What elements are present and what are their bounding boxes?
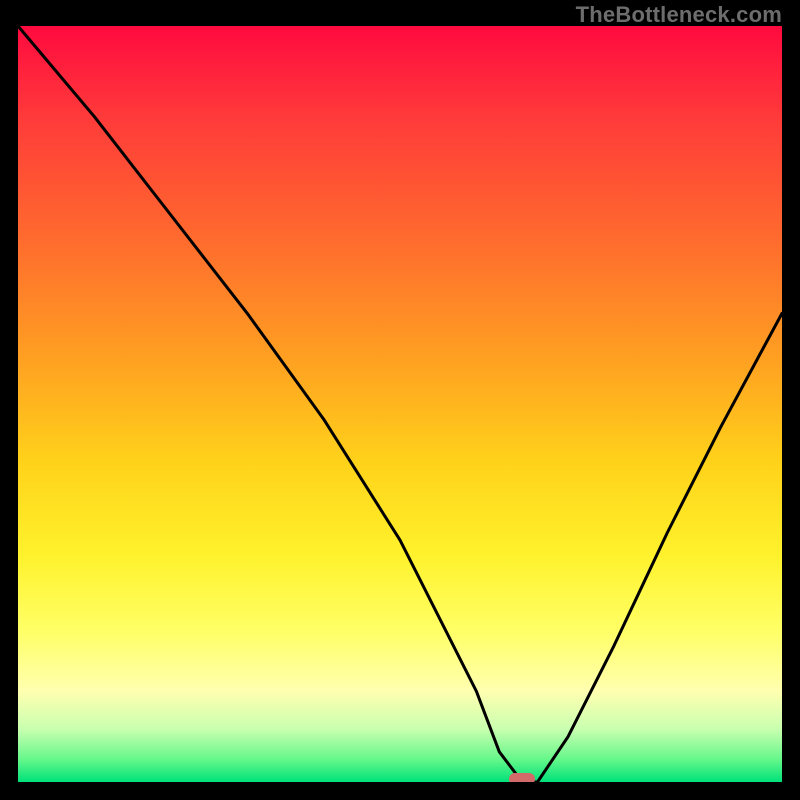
plot-area <box>18 26 782 782</box>
chart-frame: TheBottleneck.com <box>0 0 800 800</box>
valley-marker <box>509 773 535 782</box>
bottleneck-curve <box>18 26 782 782</box>
watermark-text: TheBottleneck.com <box>576 2 782 28</box>
